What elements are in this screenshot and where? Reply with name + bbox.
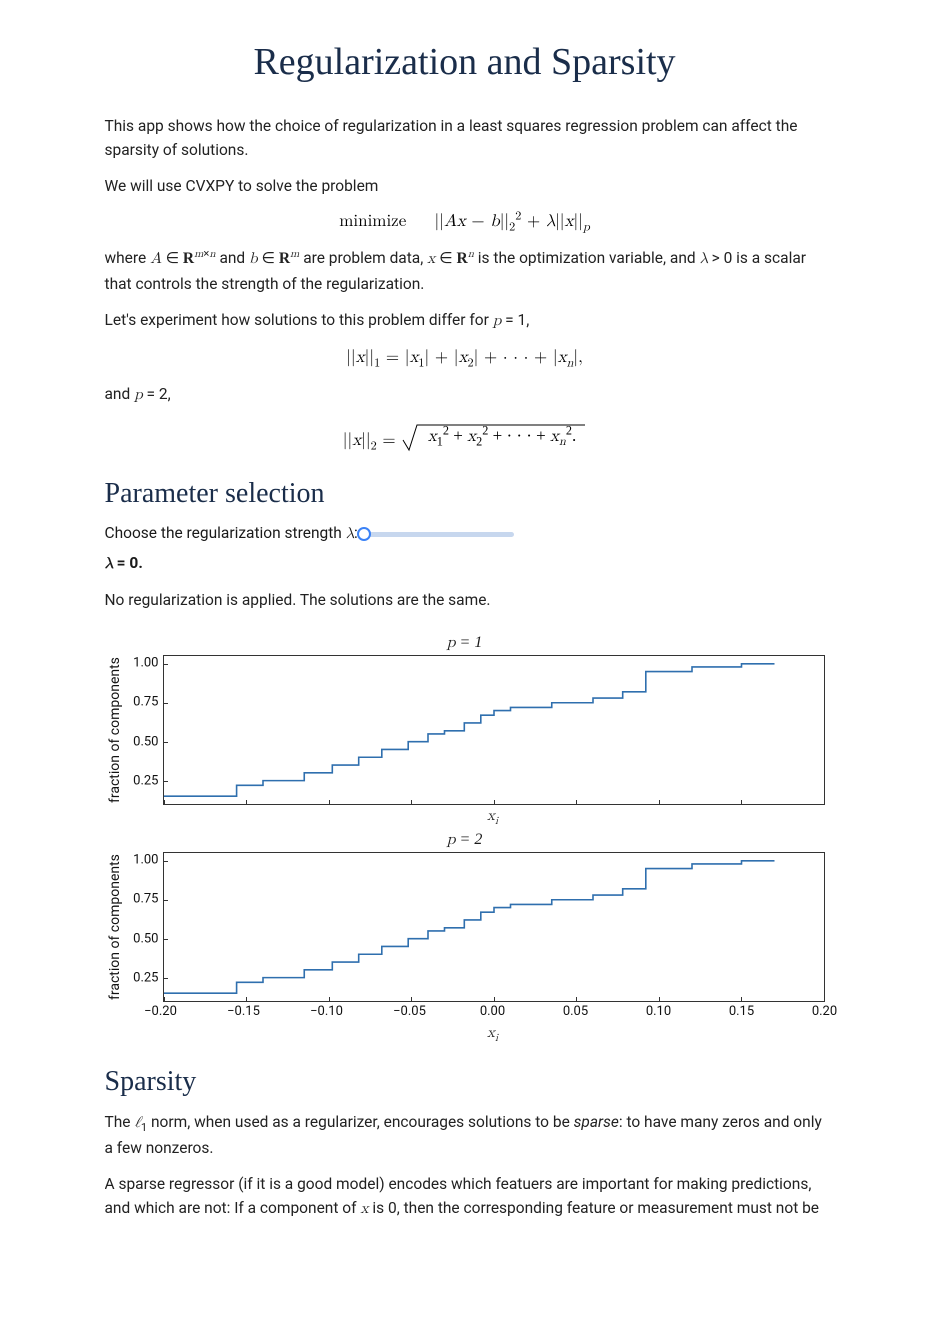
- and-p2: and p = 2,: [105, 382, 825, 408]
- intro-paragraph-1: This app shows how the choice of regular…: [105, 114, 825, 162]
- chart-p1-plot: [163, 655, 825, 805]
- no-regularization-note: No regularization is applied. The soluti…: [105, 588, 825, 612]
- page-title: Regularization and Sparsity: [105, 40, 825, 84]
- charts-container: p = 1 fraction of components 1.00 0.75 0…: [105, 634, 825, 1042]
- chart-p2: p = 2 fraction of components 1.00 0.75 0…: [105, 831, 825, 1042]
- chart-p2-xticks: −0.20 −0.15 −0.10 −0.05 0.00 0.05 0.10 0…: [161, 1002, 825, 1022]
- l2-inner: x12 + x22 + · · · + xn2.: [428, 426, 576, 445]
- document-page: Regularization and Sparsity This app sho…: [85, 0, 845, 1220]
- chart-p1-line: [164, 664, 775, 796]
- lambda-value: λ = 0.: [105, 554, 825, 574]
- slider-thumb[interactable]: [357, 527, 371, 541]
- chart-p2-ylabel: fraction of components: [105, 852, 125, 1002]
- objective-expression: ||Ax − b||22 + λ||x||p: [435, 213, 590, 230]
- chart-p2-yticks: 1.00 0.75 0.50 0.25: [125, 852, 163, 1002]
- chart-p2-line: [164, 861, 775, 993]
- intro-paragraph-2: We will use CVXPY to solve the problem: [105, 174, 825, 198]
- experiment-intro: Let's experiment how solutions to this p…: [105, 308, 825, 334]
- chart-p2-xlabel: xi: [161, 1024, 825, 1042]
- chart-p2-title: p = 2: [105, 831, 825, 850]
- where-clause: where A ∈ Rm×n and b ∈ Rm are problem da…: [105, 246, 825, 296]
- chart-p1-yticks: 1.00 0.75 0.50 0.25: [125, 655, 163, 805]
- l2-prefix: ||x||2 =: [343, 432, 402, 449]
- chart-p2-xtick-marks: [164, 997, 824, 1001]
- lambda-slider[interactable]: [364, 525, 514, 543]
- sparsity-paragraph-1: The ℓ1 norm, when used as a regularizer,…: [105, 1110, 825, 1160]
- minimize-label: minimize: [339, 213, 406, 230]
- chart-p1-xlabel: xi: [161, 807, 825, 825]
- chart-p1: p = 1 fraction of components 1.00 0.75 0…: [105, 634, 825, 825]
- chart-p1-xtick-marks: [164, 800, 824, 804]
- sparsity-paragraph-2: A sparse regressor (if it is a good mode…: [105, 1172, 825, 1220]
- objective-equation: minimize ||Ax − b||22 + λ||x||p: [105, 212, 825, 232]
- l2-norm-equation: ||x||2 = x12 + x22 + · · · + xn2.: [105, 422, 825, 454]
- chart-p1-ylabel: fraction of components: [105, 655, 125, 805]
- sqrt-icon: x12 + x22 + · · · + xn2.: [401, 422, 586, 454]
- sparsity-heading: Sparsity: [105, 1066, 825, 1098]
- parameter-selection-heading: Parameter selection: [105, 478, 825, 510]
- lambda-slider-row: Choose the regularization strength λ:: [105, 524, 825, 544]
- slider-track: [364, 532, 514, 537]
- l1-norm-equation: ||x||1 = |x1| + |x2| + · · · + |xn|,: [105, 348, 825, 368]
- chart-p1-title: p = 1: [105, 634, 825, 653]
- lambda-prompt: Choose the regularization strength λ:: [105, 524, 358, 544]
- chart-p2-plot: [163, 852, 825, 1002]
